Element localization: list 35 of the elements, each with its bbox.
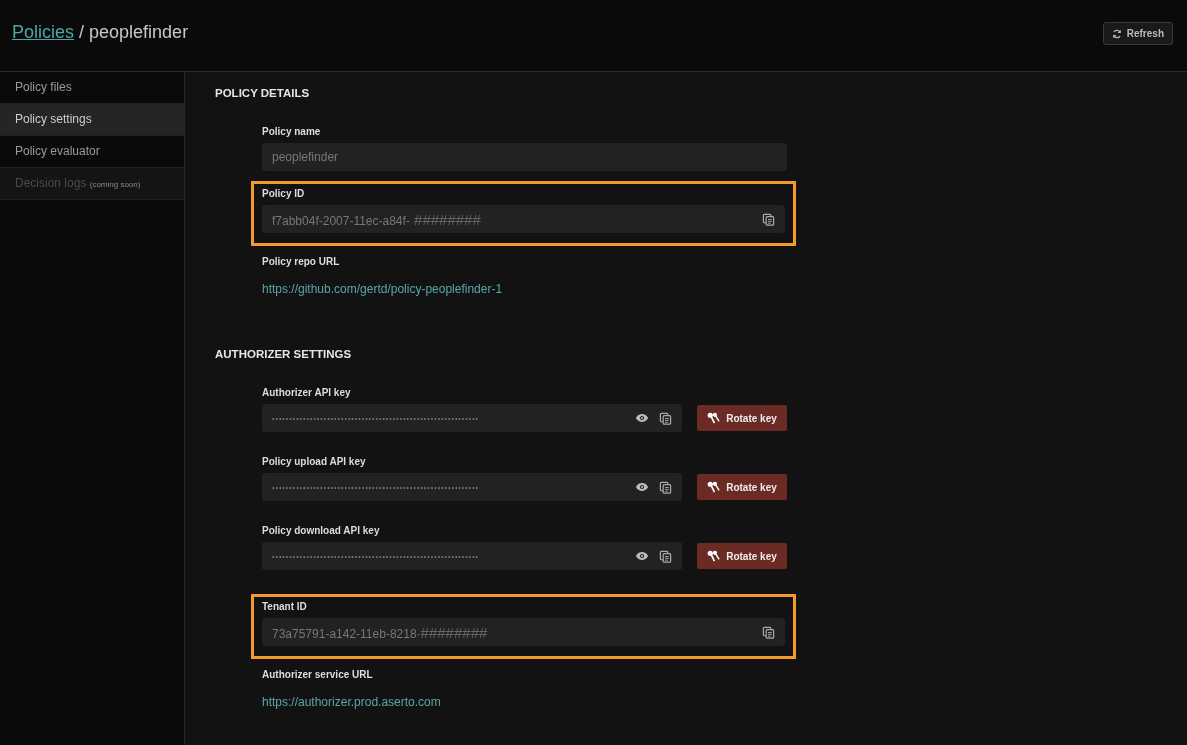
rotate-key-button[interactable]: Rotate key [697, 543, 787, 569]
breadcrumb-link[interactable]: Policies [12, 22, 75, 43]
section-heading: AUTHORIZER SETTINGS [215, 348, 353, 360]
field-label: Policy name [262, 126, 322, 137]
field-label: Authorizer API key [262, 387, 352, 398]
input-field[interactable]: f7abb04f-2007-11ec-a84f- ######## [262, 205, 785, 233]
keys-icon [707, 480, 721, 494]
copy-icon[interactable] [659, 480, 672, 494]
rotate-key-button[interactable]: Rotate key [697, 474, 787, 500]
input-field[interactable]: peoplefinder [262, 143, 787, 171]
copy-icon[interactable] [659, 411, 672, 425]
field-label: Tenant ID [262, 601, 308, 612]
rotate-key-button[interactable]: Rotate key [697, 405, 787, 431]
sidebar-item[interactable]: Policy settings [0, 104, 184, 136]
copy-icon[interactable] [659, 549, 672, 563]
eye-icon[interactable] [635, 551, 649, 561]
page-title: peoplefinder [89, 22, 189, 43]
field-label: Authorizer service URL [262, 669, 374, 680]
eye-icon[interactable] [635, 482, 649, 492]
input-field[interactable]: 73a75791-a142-11eb-8218·######## [262, 618, 785, 646]
section-heading: POLICY DETAILS [215, 87, 311, 99]
field-label: Policy ID [262, 188, 306, 199]
field-label: Policy download API key [262, 525, 381, 536]
url-link[interactable]: https://github.com/gertd/policy-peoplefinder-1 [262, 273, 503, 308]
eye-icon[interactable] [635, 413, 649, 423]
field-label: Policy upload API key [262, 456, 367, 467]
refresh-button[interactable]: Refresh [1102, 22, 1173, 45]
keys-icon [707, 411, 721, 425]
copy-icon[interactable] [762, 625, 775, 639]
breadcrumb-separator: / [79, 22, 85, 43]
field-label: Policy repo URL [262, 256, 341, 267]
refresh-icon [1111, 28, 1122, 39]
copy-icon[interactable] [762, 212, 775, 226]
url-link[interactable]: https://authorizer.prod.aserto.com [262, 686, 441, 721]
keys-icon [707, 549, 721, 563]
